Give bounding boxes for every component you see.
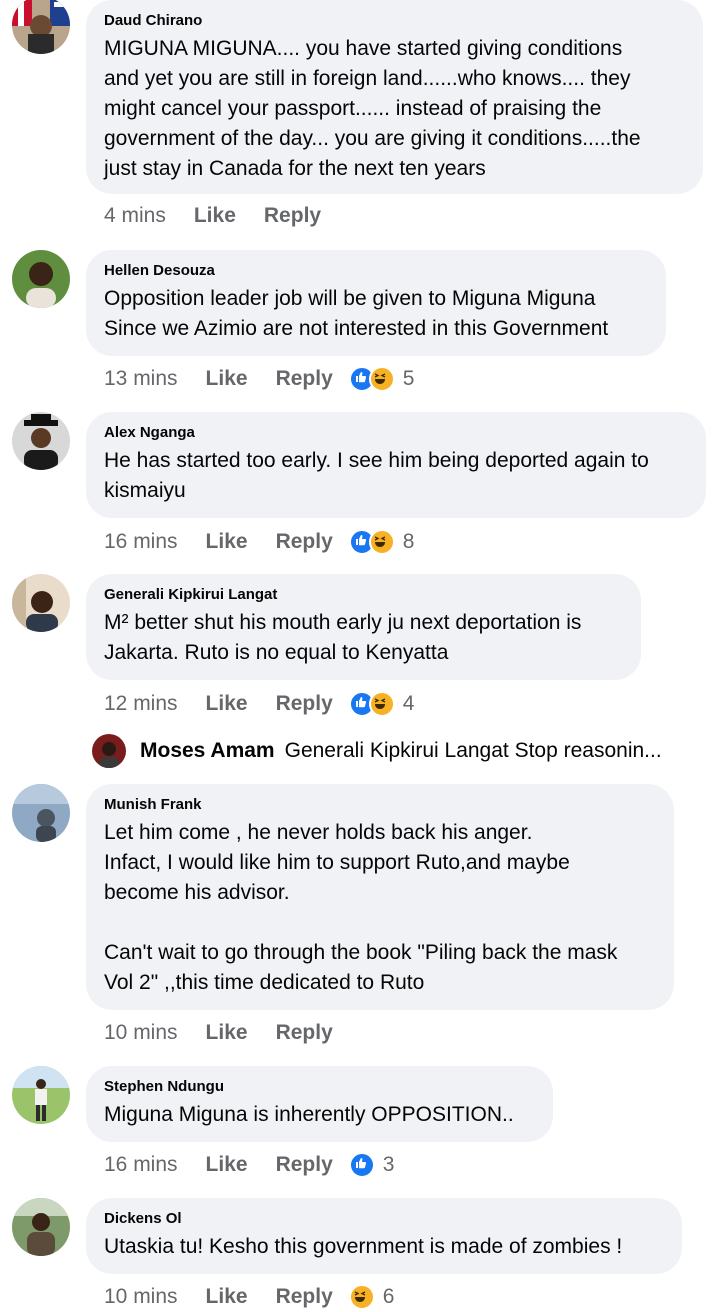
avatar[interactable] (12, 1198, 70, 1256)
commenter-name[interactable]: Dickens Ol (104, 1210, 664, 1228)
reply-button[interactable]: Reply (276, 530, 333, 554)
like-button[interactable]: Like (206, 1285, 248, 1309)
comment-actions: 4 mins Like Reply (104, 201, 349, 231)
avatar[interactable] (12, 574, 70, 632)
like-button[interactable]: Like (206, 1153, 248, 1177)
comment-actions: 16 mins Like Reply 8 (104, 527, 414, 557)
reaction-count: 6 (382, 1285, 395, 1308)
commenter-name[interactable]: Daud Chirano (104, 12, 685, 30)
avatar[interactable] (12, 412, 70, 470)
comment-bubble: Stephen Ndungu Miguna Miguna is inherent… (86, 1066, 553, 1142)
comment-timestamp[interactable]: 12 mins (104, 692, 178, 716)
reply-button[interactable]: Reply (276, 692, 333, 716)
commenter-name[interactable]: Alex Nganga (104, 424, 688, 442)
comment-text: Miguna Miguna is inherently OPPOSITION.. (104, 1103, 514, 1126)
comment-text: Let him come , he never holds back his a… (104, 821, 618, 994)
comment-actions: 16 mins Like Reply 3 (104, 1150, 394, 1180)
reaction-count: 4 (402, 692, 415, 715)
avatar[interactable] (12, 0, 70, 54)
reactions-summary[interactable]: 5 (348, 366, 415, 392)
comment-bubble: Dickens Ol Utaskia tu! Kesho this govern… (86, 1198, 682, 1274)
reactions-summary[interactable]: 8 (348, 529, 415, 555)
reactions-summary[interactable]: 4 (348, 691, 415, 717)
haha-reaction-icon (368, 529, 395, 555)
comment-text: MIGUNA MIGUNA.... you have started givin… (104, 37, 641, 180)
comment-actions: 12 mins Like Reply 4 (104, 689, 414, 719)
comment-timestamp[interactable]: 4 mins (104, 204, 166, 228)
commenter-name[interactable]: Generali Kipkirui Langat (104, 586, 623, 604)
comment-actions: 10 mins Like Reply 6 (104, 1282, 394, 1312)
comment-timestamp[interactable]: 10 mins (104, 1285, 178, 1309)
avatar[interactable] (92, 734, 126, 768)
like-reaction-icon (348, 1152, 375, 1178)
comment-text: Utaskia tu! Kesho this government is mad… (104, 1235, 623, 1258)
like-button[interactable]: Like (206, 367, 248, 391)
comment-actions: 13 mins Like Reply 5 (104, 364, 414, 394)
avatar[interactable] (12, 1066, 70, 1124)
reply-button[interactable]: Reply (264, 204, 321, 228)
avatar[interactable] (12, 250, 70, 308)
comment-timestamp[interactable]: 10 mins (104, 1021, 178, 1045)
commenter-name[interactable]: Hellen Desouza (104, 262, 648, 280)
reply-button[interactable]: Reply (276, 1153, 333, 1177)
reply-button[interactable]: Reply (276, 1021, 333, 1045)
haha-reaction-icon (368, 691, 395, 717)
commenter-name[interactable]: Stephen Ndungu (104, 1078, 535, 1096)
comment-bubble: Daud Chirano MIGUNA MIGUNA.... you have … (86, 0, 703, 194)
comment-bubble: Alex Nganga He has started too early. I … (86, 412, 706, 518)
reply-button[interactable]: Reply (276, 367, 333, 391)
comment-bubble: Hellen Desouza Opposition leader job wil… (86, 250, 666, 356)
reply-button[interactable]: Reply (276, 1285, 333, 1309)
comment-bubble: Generali Kipkirui Langat M² better shut … (86, 574, 641, 680)
reaction-count: 3 (382, 1153, 395, 1176)
like-button[interactable]: Like (206, 530, 248, 554)
reaction-count: 8 (402, 530, 415, 553)
reaction-count: 5 (402, 367, 415, 390)
like-button[interactable]: Like (206, 1021, 248, 1045)
comment-bubble: Munish Frank Let him come , he never hol… (86, 784, 674, 1010)
comment-timestamp[interactable]: 16 mins (104, 530, 178, 554)
reply-preview-text: Generali Kipkirui Langat Stop reasonin..… (284, 739, 662, 762)
commenter-name[interactable]: Munish Frank (104, 796, 656, 814)
avatar[interactable] (12, 784, 70, 842)
comment-text: He has started too early. I see him bein… (104, 449, 649, 502)
comment-text: Opposition leader job will be given to M… (104, 287, 609, 340)
comment-timestamp[interactable]: 16 mins (104, 1153, 178, 1177)
haha-reaction-icon (368, 366, 395, 392)
haha-reaction-icon (348, 1284, 375, 1310)
like-button[interactable]: Like (194, 204, 236, 228)
reply-author-name[interactable]: Moses Amam (140, 739, 275, 763)
comment-timestamp[interactable]: 13 mins (104, 367, 178, 391)
like-button[interactable]: Like (206, 692, 248, 716)
comment-text: M² better shut his mouth early ju next d… (104, 611, 582, 664)
reactions-summary[interactable]: 3 (348, 1152, 395, 1178)
nested-reply-preview[interactable]: Moses Amam Generali Kipkirui Langat Stop… (92, 734, 662, 768)
comment-actions: 10 mins Like Reply (104, 1018, 361, 1048)
reactions-summary[interactable]: 6 (348, 1284, 395, 1310)
